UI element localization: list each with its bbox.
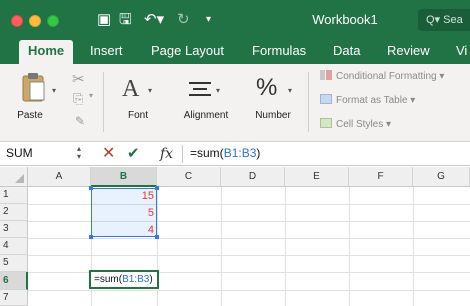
ribbon-home: ▾ Paste ✂ ⎘ ✎ ▾ A ▾ Font ▾ Alignment % ▾… <box>0 64 470 142</box>
font-icon: A <box>122 76 140 102</box>
ribbon-separator <box>103 72 104 132</box>
font-button[interactable]: A ▾ <box>114 76 160 108</box>
number-dropdown-icon: ▾ <box>288 86 293 95</box>
select-all-button[interactable] <box>0 167 28 187</box>
formula-bar: SUM ▴ ▾ ✕ ✔ fx =sum(B1:B3) <box>0 142 470 166</box>
percent-icon: % <box>256 74 278 101</box>
font-dropdown-icon: ▾ <box>148 86 153 95</box>
tab-formulas[interactable]: Formulas <box>252 40 306 64</box>
cell-b1[interactable]: 15 <box>92 190 154 202</box>
column-header-d[interactable]: D <box>221 167 285 187</box>
tab-review[interactable]: Review <box>387 40 430 64</box>
cell-formula-suffix: ) <box>149 274 153 285</box>
gridline <box>28 290 470 291</box>
column-header-f[interactable]: F <box>349 167 413 187</box>
quick-access-dropdown-icon[interactable]: ▾ <box>206 11 211 29</box>
redo-icon[interactable]: ↻ <box>177 11 190 29</box>
cell-formula-reference: B1:B3 <box>122 274 150 285</box>
tab-view[interactable]: Vi <box>456 40 467 64</box>
format-as-table-icon <box>320 94 332 104</box>
confirm-entry-icon[interactable]: ✔ <box>127 144 140 164</box>
close-window-button[interactable] <box>11 15 23 27</box>
name-box-stepper-icon[interactable]: ▴ ▾ <box>77 145 81 161</box>
row-header-5[interactable]: 5 <box>0 255 28 272</box>
tab-insert[interactable]: Insert <box>90 40 123 64</box>
worksheet-grid: A B C D E F G 1 2 3 4 5 6 7 15 5 4 =sum(… <box>0 167 470 306</box>
cell-styles-icon <box>320 118 332 128</box>
gridline <box>28 255 470 256</box>
row-header-6[interactable]: 6 <box>0 272 28 290</box>
range-resize-handle[interactable] <box>155 186 159 190</box>
cell-b2[interactable]: 5 <box>92 207 154 219</box>
ribbon-separator <box>308 72 309 132</box>
formula-input[interactable]: =sum(B1:B3) <box>190 142 260 165</box>
formula-suffix: ) <box>256 146 261 160</box>
paste-label: Paste <box>17 110 43 121</box>
sidebar-toggle-icon[interactable]: ▣ <box>97 11 111 29</box>
format-as-table-button[interactable]: Format as Table ▾ <box>320 94 415 106</box>
name-box[interactable]: SUM <box>0 142 66 165</box>
title-bar: ▣ 🖫 ↶▾ ↻ ▾ Workbook1 Q▾ Sea <box>0 0 470 40</box>
formula-bar-separator <box>182 145 183 163</box>
column-header-b[interactable]: B <box>91 167 157 187</box>
row-header-1[interactable]: 1 <box>0 187 28 204</box>
tab-home[interactable]: Home <box>19 40 74 64</box>
column-header-e[interactable]: E <box>285 167 349 187</box>
copy-dropdown-icon[interactable]: ▾ <box>89 91 93 100</box>
format-painter-icon[interactable]: ✎ <box>75 114 85 128</box>
cancel-entry-icon[interactable]: ✕ <box>102 144 115 164</box>
number-button[interactable]: % ▾ <box>250 74 296 108</box>
cut-icon[interactable]: ✂ <box>72 70 85 88</box>
paste-dropdown-icon: ▾ <box>52 86 57 95</box>
active-cell-b6[interactable]: =sum(B1:B3) <box>89 270 159 289</box>
column-header-c[interactable]: C <box>157 167 221 187</box>
conditional-formatting-button[interactable]: Conditional Formatting ▾ <box>320 70 444 82</box>
window-title: Workbook1 <box>312 12 378 27</box>
formula-reference: B1:B3 <box>223 146 257 160</box>
cell-styles-dropdown-icon: ▾ <box>386 119 392 130</box>
maximize-window-button[interactable] <box>47 15 59 27</box>
tab-page-layout[interactable]: Page Layout <box>151 40 224 64</box>
clipboard-icon <box>22 73 45 102</box>
row-header-2[interactable]: 2 <box>0 204 28 221</box>
font-label: Font <box>127 110 148 121</box>
conditional-formatting-dropdown-icon: ▾ <box>439 71 445 82</box>
conditional-formatting-label: Conditional Formatting <box>336 71 437 82</box>
formula-prefix: =sum( <box>190 146 224 160</box>
ribbon-tabs: Home Insert Page Layout Formulas Data Re… <box>0 40 470 64</box>
cell-b3[interactable]: 4 <box>92 224 154 236</box>
tab-data[interactable]: Data <box>333 40 360 64</box>
format-as-table-dropdown-icon: ▾ <box>410 95 416 106</box>
gridline <box>28 238 470 239</box>
alignment-label: Alignment <box>183 110 229 121</box>
minimize-window-button[interactable] <box>29 15 41 27</box>
align-center-icon <box>189 82 211 96</box>
search-input[interactable]: Q▾ Sea <box>418 9 470 31</box>
row-header-7[interactable]: 7 <box>0 290 28 306</box>
copy-icon[interactable]: ⎘ <box>73 91 83 107</box>
column-header-a[interactable]: A <box>28 167 91 187</box>
alignment-dropdown-icon: ▾ <box>216 86 221 95</box>
insert-function-icon[interactable]: fx <box>160 144 173 164</box>
row-header-4[interactable]: 4 <box>0 238 28 255</box>
cell-formula-prefix: =sum( <box>94 274 123 285</box>
row-header-3[interactable]: 3 <box>0 221 28 238</box>
column-header-g[interactable]: G <box>413 167 470 187</box>
format-as-table-label: Format as Table <box>336 95 408 106</box>
save-icon[interactable]: 🖫 <box>119 11 132 29</box>
range-resize-handle[interactable] <box>155 235 159 239</box>
cell-styles-label: Cell Styles <box>336 119 384 130</box>
cell-styles-button[interactable]: Cell Styles ▾ <box>320 118 391 130</box>
select-all-icon <box>15 174 24 183</box>
undo-icon[interactable]: ↶▾ <box>144 11 164 29</box>
alignment-button[interactable]: ▾ <box>178 76 228 108</box>
number-label: Number <box>255 110 291 121</box>
conditional-formatting-icon <box>320 70 332 80</box>
